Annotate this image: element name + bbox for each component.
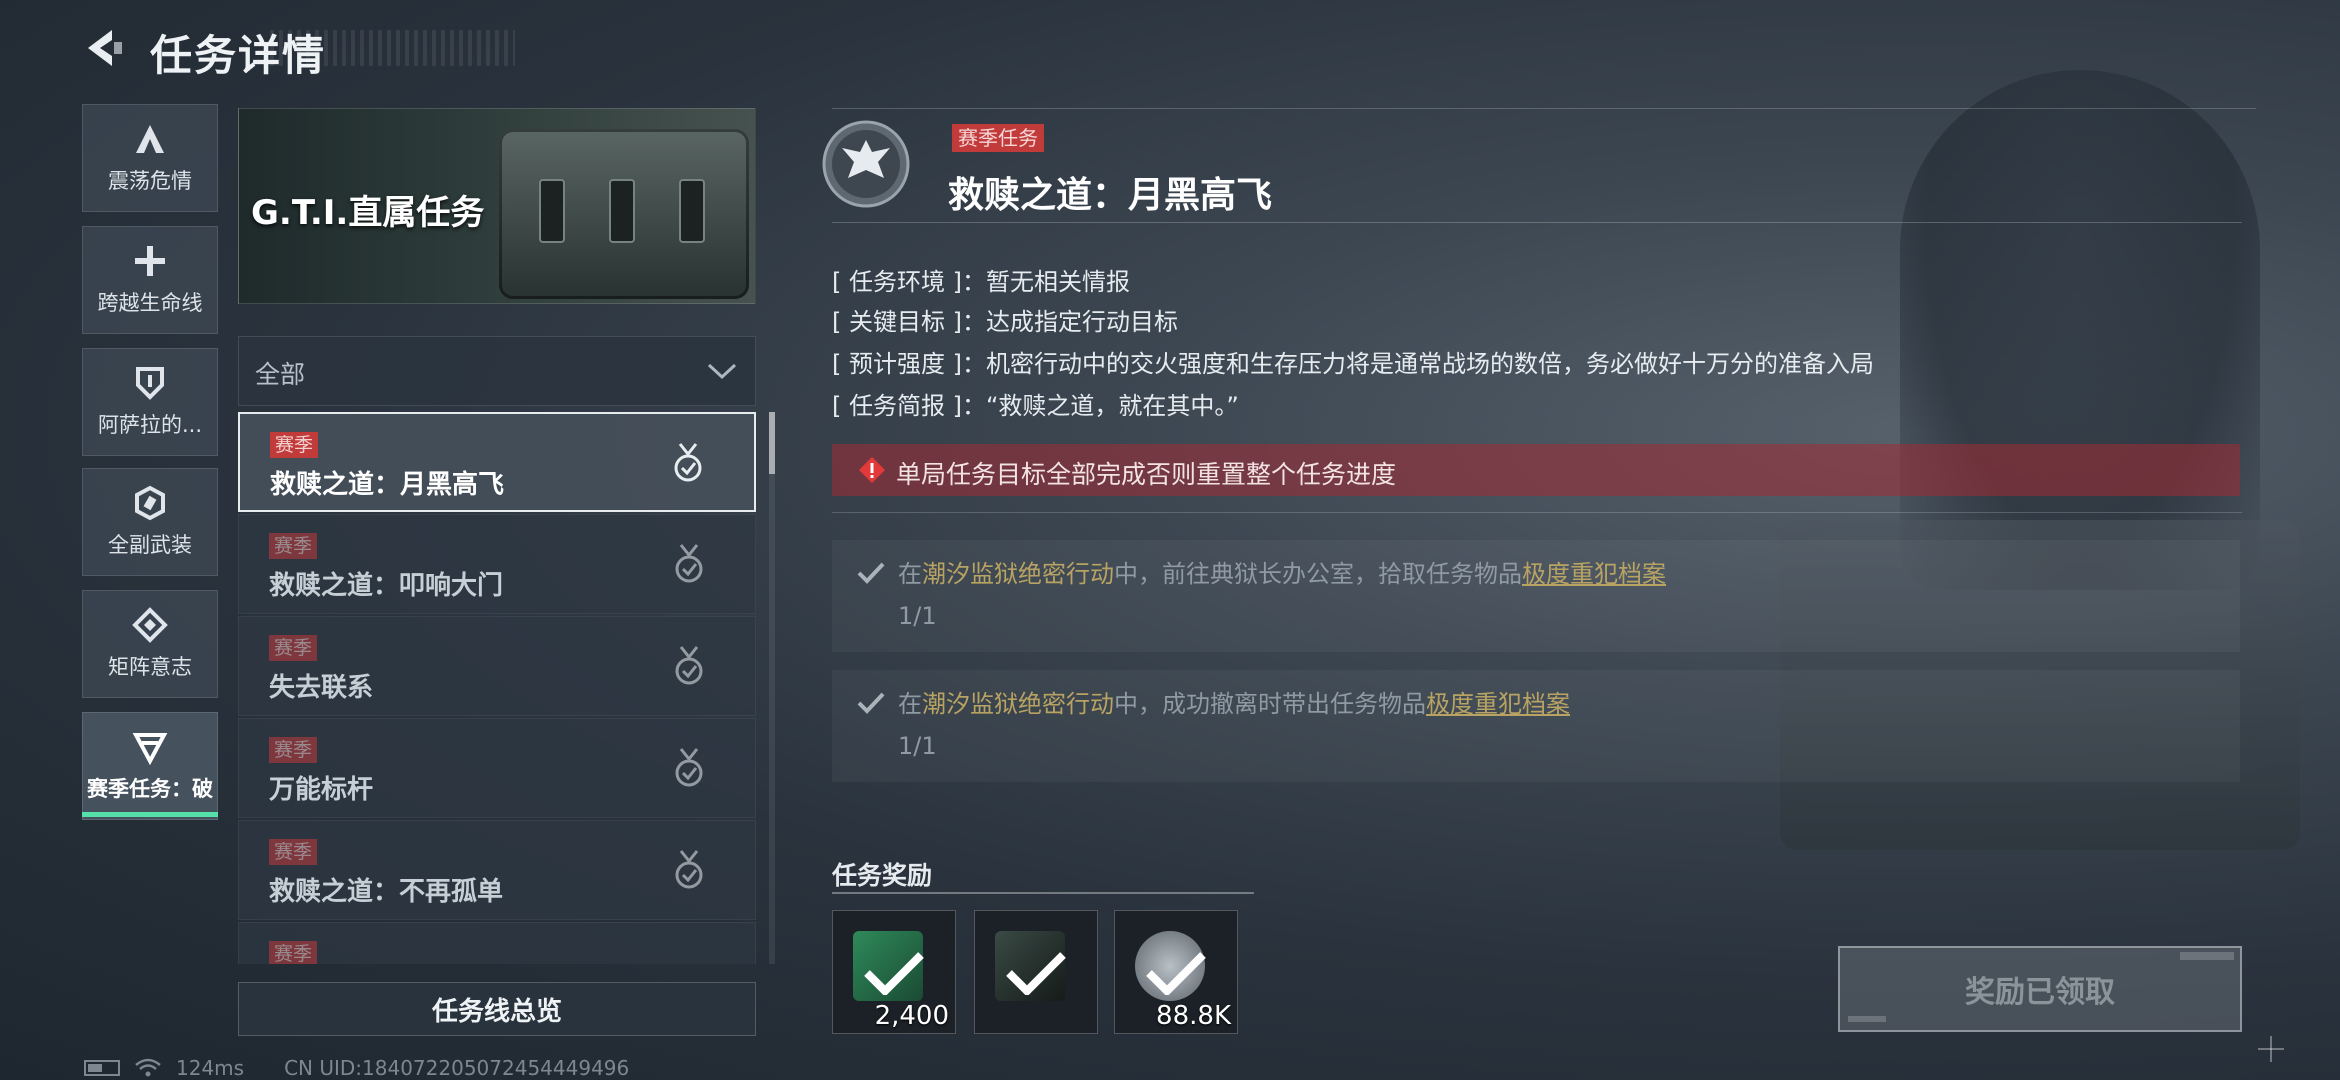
season-badge: 赛季 bbox=[270, 432, 319, 458]
sidebar-item-season[interactable]: 赛季任务：破 bbox=[82, 712, 218, 820]
info-intensity: [ 预计强度 ]：机密行动中的交火强度和生存压力将是通常战场的数倍，务必做好十万… bbox=[832, 350, 1874, 378]
reward-item[interactable]: 88.8K bbox=[1114, 910, 1238, 1034]
filter-selected: 全部 bbox=[255, 360, 306, 389]
objective-progress: 1/1 bbox=[898, 602, 937, 630]
sidebar-item-zhendang[interactable]: 震荡危情 bbox=[82, 104, 218, 212]
sidebar-item-label: 矩阵意志 bbox=[108, 655, 192, 679]
item-link[interactable]: 极度重犯档案 bbox=[1426, 690, 1570, 718]
location-highlight: 潮汐监狱绝密行动 bbox=[922, 690, 1114, 718]
info-environment: [ 任务环境 ]：暂无相关情报 bbox=[832, 268, 1130, 296]
scroll-thumb[interactable] bbox=[769, 412, 775, 474]
season-badge: 赛季 bbox=[269, 839, 318, 865]
status-bar: 124ms CN UID:18407220507245444949​6 bbox=[84, 1056, 629, 1080]
sidebar-item-asala[interactable]: 阿萨拉的... bbox=[82, 348, 218, 456]
ping-value: 124ms bbox=[176, 1056, 245, 1080]
task-name: 救赎之道：月黑高飞 bbox=[270, 470, 505, 500]
check-icon bbox=[857, 562, 885, 584]
crosshair-icon bbox=[2258, 1036, 2284, 1062]
divider bbox=[832, 108, 2256, 109]
item-link[interactable]: 极度重犯档案 bbox=[1522, 560, 1666, 588]
filter-dropdown[interactable]: 全部 bbox=[238, 336, 756, 406]
player-uid: CN UID:18407220507245444949​6 bbox=[284, 1056, 630, 1080]
claimed-check-icon bbox=[1006, 952, 1066, 995]
wifi-icon bbox=[135, 1058, 161, 1077]
claimed-check-icon bbox=[1146, 952, 1206, 995]
task-item[interactable]: 赛季 万能标杆 bbox=[238, 718, 756, 818]
sidebar-item-label: 跨越生命线 bbox=[97, 291, 203, 315]
plus-cross-icon bbox=[135, 246, 165, 276]
sidebar-item-label: 全副武装 bbox=[108, 533, 192, 557]
objective-2: 在潮汐监狱绝密行动中，成功撤离时带出任务物品极度重犯档案 1/1 bbox=[832, 670, 2240, 782]
battery-icon bbox=[84, 1060, 120, 1076]
objective-1: 在潮汐监狱绝密行动中，前往典狱长办公室，拾取任务物品极度重犯档案 1/1 bbox=[832, 540, 2240, 652]
sidebar-item-quanfu[interactable]: 全副武装 bbox=[82, 468, 218, 576]
claimed-check-icon bbox=[864, 952, 924, 995]
divider bbox=[832, 512, 2242, 513]
task-name: 救赎之道：叩响大门 bbox=[269, 571, 504, 601]
triangle-icon bbox=[132, 733, 168, 765]
task-name: 失去联系 bbox=[269, 673, 374, 703]
reward-quantity: 88.8K bbox=[1156, 1001, 1231, 1031]
location-highlight: 潮汐监狱绝密行动 bbox=[922, 560, 1114, 588]
button-decor bbox=[1848, 1016, 1886, 1022]
task-item[interactable]: 赛季 失去联系 bbox=[238, 616, 756, 716]
button-decor bbox=[2180, 952, 2234, 960]
season-task-badge: 赛季任务 bbox=[952, 124, 1044, 152]
sidebar-item-juzhen[interactable]: 矩阵意志 bbox=[82, 590, 218, 698]
sidebar-item-kuayue[interactable]: 跨越生命线 bbox=[82, 226, 218, 334]
crate-image bbox=[499, 129, 749, 299]
sidebar-item-label: 震荡危情 bbox=[108, 169, 192, 193]
shield-icon bbox=[136, 367, 164, 400]
reward-item[interactable] bbox=[974, 910, 1098, 1034]
reward-item[interactable]: 2,400 bbox=[832, 910, 956, 1034]
divider bbox=[832, 222, 2242, 223]
check-icon bbox=[857, 692, 885, 714]
medal-check-icon bbox=[675, 850, 703, 889]
medal-check-icon bbox=[675, 646, 703, 685]
season-badge: 赛季 bbox=[269, 635, 318, 661]
sidebar-item-label: 阿萨拉的... bbox=[97, 413, 203, 437]
rewards-title: 任务奖励 bbox=[832, 861, 933, 890]
diamond-arrows-icon bbox=[132, 607, 168, 643]
task-item-selected[interactable]: 赛季 救赎之道：月黑高飞 bbox=[238, 412, 756, 512]
task-item-partial[interactable]: 赛季 bbox=[238, 922, 756, 964]
back-arrow-icon[interactable] bbox=[82, 26, 126, 70]
questline-overview-button[interactable]: 任务线总览 bbox=[238, 982, 756, 1036]
reward-quantity: 2,400 bbox=[874, 1001, 949, 1031]
warning-icon bbox=[859, 457, 885, 483]
page-title: 任务详情 bbox=[150, 31, 327, 80]
task-item[interactable]: 赛季 救赎之道：不再孤单 bbox=[238, 820, 756, 920]
objective-progress: 1/1 bbox=[898, 732, 937, 760]
season-badge: 赛季 bbox=[269, 941, 318, 964]
active-indicator bbox=[82, 812, 218, 817]
hex-link-icon bbox=[135, 485, 165, 521]
sidebar-item-label: 赛季任务：破 bbox=[87, 777, 213, 801]
banner-title: G.T.I.直属任务 bbox=[251, 193, 485, 233]
task-name: 救赎之道：不再孤单 bbox=[269, 877, 504, 907]
task-list[interactable]: 赛季 救赎之道：月黑高飞 赛季 救赎之道：叩响大门 赛季 失去联系 赛季 万能标… bbox=[238, 412, 756, 964]
a-mark-icon bbox=[136, 125, 164, 153]
season-badge: 赛季 bbox=[269, 533, 318, 559]
warning-banner: 单局任务目标全部完成否则重置整个任务进度 bbox=[832, 444, 2240, 496]
medal-check-icon bbox=[674, 443, 702, 482]
info-key-objective: [ 关键目标 ]：达成指定行动目标 bbox=[832, 308, 1178, 336]
divider bbox=[832, 892, 1254, 894]
eagle-emblem-icon bbox=[822, 120, 910, 208]
medal-check-icon bbox=[675, 748, 703, 787]
task-name: 万能标杆 bbox=[269, 775, 374, 805]
task-item[interactable]: 赛季 救赎之道：叩响大门 bbox=[238, 514, 756, 614]
mission-title: 救赎之道：月黑高飞 bbox=[948, 175, 1273, 216]
info-briefing: [ 任务简报 ]：“救赎之道，就在其中。” bbox=[832, 392, 1239, 420]
medal-check-icon bbox=[675, 544, 703, 583]
warning-text: 单局任务目标全部完成否则重置整个任务进度 bbox=[896, 460, 1397, 489]
questline-banner: G.T.I.直属任务 bbox=[238, 108, 756, 304]
chevron-down-icon bbox=[707, 363, 737, 380]
season-badge: 赛季 bbox=[269, 737, 318, 763]
task-list-scrollbar[interactable] bbox=[769, 412, 775, 964]
